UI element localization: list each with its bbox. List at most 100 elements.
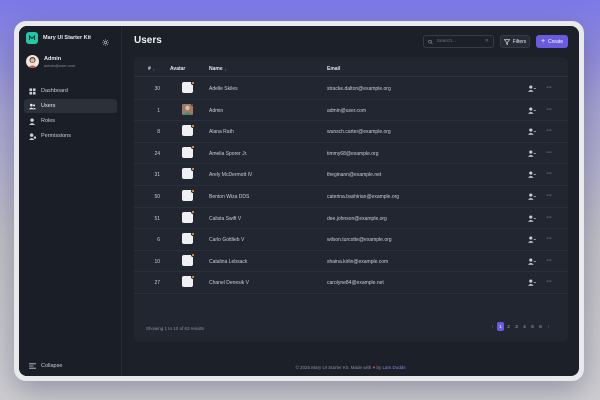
- user-email-cell: carolyne84@example.net: [327, 280, 384, 287]
- user-email-cell: timmy68@example.org: [327, 150, 379, 157]
- status-dot: [190, 231, 195, 236]
- sidebar-item-label: Roles: [41, 118, 56, 124]
- more-options-icon[interactable]: ···: [546, 127, 552, 134]
- user-name-cell: Catalina Lebsack: [209, 258, 248, 265]
- search-box[interactable]: ✕: [423, 35, 494, 48]
- permissions-icon: [29, 132, 36, 140]
- status-dot: [190, 188, 195, 193]
- table-header: # ↕ Avatar Name ↕ Email: [134, 61, 568, 77]
- main-content: Users ✕ Filters + Create # ↕: [122, 26, 579, 376]
- table-row[interactable]: 6 Carlo Gottlieb V wilson.turcotte@example…: [134, 229, 568, 251]
- table-row[interactable]: 10 Catalina Lebsack shaina.kirlin@example.…: [134, 251, 568, 273]
- table-row[interactable]: 31 Arely McDermott IV theginann@example.ne…: [134, 164, 568, 186]
- footer: © 2025 Mary UI Starter Kit. Made with ♥ …: [122, 365, 579, 370]
- sort-icon: ↕: [152, 66, 155, 72]
- sidebar: Mary UI Starter Kit Admin admin@user.com…: [19, 26, 122, 376]
- user-id: 10: [154, 258, 160, 265]
- user-name-cell: Admin: [209, 107, 224, 114]
- user-id: 1: [157, 107, 160, 114]
- page-button[interactable]: 1: [497, 322, 504, 331]
- more-options-icon[interactable]: ···: [546, 257, 552, 264]
- sun-icon[interactable]: [102, 39, 109, 46]
- status-dot: [190, 166, 195, 171]
- author-link[interactable]: Lars Dodds: [383, 365, 406, 370]
- avatar: [182, 274, 195, 288]
- sidebar-item-dashboard[interactable]: Dashboard: [24, 84, 117, 98]
- more-options-icon[interactable]: ···: [546, 106, 552, 113]
- user-email-cell: shaina.kirlin@example.com: [327, 258, 389, 265]
- page-button[interactable]: 5: [529, 322, 536, 331]
- next-page-button[interactable]: ›: [545, 322, 552, 331]
- collapse-button[interactable]: Collapse: [29, 363, 62, 369]
- user-name-cell: Carlo Gottlieb V: [209, 237, 245, 244]
- user-action-icon[interactable]: [528, 279, 536, 287]
- user-action-icon[interactable]: [528, 236, 536, 243]
- user-email-cell: dee.johnson@example.org: [327, 215, 387, 222]
- user-name-cell: Amelia Sporer Jr.: [209, 150, 248, 157]
- dashboard-icon: [29, 87, 36, 95]
- user-name-cell: Alana Rath: [209, 129, 234, 136]
- user-id: 51: [154, 215, 160, 222]
- sidebar-item-permissions[interactable]: Permissions: [24, 129, 117, 143]
- device-frame: Mary UI Starter Kit Admin admin@user.com…: [14, 21, 584, 381]
- user-email-cell: admin@user.com: [327, 107, 366, 114]
- user-action-icon[interactable]: [528, 193, 536, 200]
- table-row[interactable]: 27 Chanel Denesik V carolyne84@example.net…: [134, 272, 568, 294]
- page-title: Users: [134, 35, 162, 46]
- page-button[interactable]: 3: [513, 322, 520, 331]
- footer-by: by: [376, 365, 382, 370]
- sidebar-nav: Dashboard Users Roles Permissions: [24, 84, 117, 144]
- user-action-icon[interactable]: [528, 171, 536, 179]
- filters-button[interactable]: Filters: [500, 35, 530, 48]
- user-action-icon[interactable]: [528, 107, 536, 114]
- status-dot: [190, 274, 195, 279]
- prev-page-button[interactable]: ‹: [489, 322, 496, 331]
- table-row[interactable]: 50 Benton Wiza DDS caterina.bashirian@exam…: [134, 186, 568, 208]
- user-name-cell: Calista Swift V: [209, 215, 242, 222]
- user-action-icon[interactable]: [528, 150, 536, 157]
- sidebar-item-roles[interactable]: Roles: [24, 114, 117, 128]
- column-header-id[interactable]: # ↕: [148, 66, 155, 72]
- user-action-icon[interactable]: [528, 85, 536, 92]
- user-profile[interactable]: Admin admin@user.com: [26, 55, 75, 68]
- table-row[interactable]: 30 Adelle Skiles stracke.dalton@example.or…: [134, 78, 568, 100]
- status-dot: [190, 80, 195, 85]
- sidebar-item-label: Dashboard: [41, 88, 68, 94]
- more-options-icon[interactable]: ···: [546, 84, 552, 91]
- status-dot: [190, 145, 195, 150]
- avatar: [182, 188, 195, 201]
- table-row[interactable]: 1 Admin admin@user.com ···: [134, 100, 568, 122]
- sidebar-item-users[interactable]: Users: [24, 99, 117, 113]
- more-options-icon[interactable]: ···: [546, 192, 552, 199]
- more-options-icon[interactable]: ···: [546, 278, 552, 285]
- search-input[interactable]: [436, 39, 481, 44]
- sort-icon: ↕: [224, 66, 227, 72]
- more-options-icon[interactable]: ···: [546, 149, 552, 156]
- user-action-icon[interactable]: [528, 258, 536, 265]
- table-row[interactable]: 24 Amelia Sporer Jr. timmy68@example.org ··…: [134, 143, 568, 165]
- brand[interactable]: Mary UI Starter Kit: [26, 32, 91, 44]
- page-button[interactable]: 6: [537, 322, 544, 331]
- user-action-icon[interactable]: [528, 128, 536, 135]
- more-options-icon[interactable]: ···: [546, 214, 552, 221]
- page-button[interactable]: 4: [521, 322, 528, 331]
- filter-icon: [503, 38, 510, 45]
- more-options-icon[interactable]: ···: [546, 235, 552, 242]
- brand-logo-icon: [26, 32, 38, 44]
- column-header-avatar: Avatar: [170, 66, 186, 72]
- filters-label: Filters: [512, 38, 527, 45]
- more-options-icon[interactable]: ···: [546, 170, 552, 177]
- avatar: [182, 80, 195, 93]
- user-id: 6: [157, 237, 160, 244]
- page-button[interactable]: 2: [505, 322, 512, 331]
- clear-icon[interactable]: ✕: [485, 39, 489, 44]
- collapse-icon: [29, 363, 36, 369]
- table-row[interactable]: 8 Alana Rath wunsch.carter@example.org ···: [134, 121, 568, 143]
- column-header-name[interactable]: Name ↕: [209, 66, 227, 72]
- footer-text: © 2025 Mary UI Starter Kit. Made with: [295, 365, 372, 370]
- user-action-icon[interactable]: [528, 215, 536, 222]
- sidebar-item-label: Permissions: [41, 133, 71, 139]
- table-row[interactable]: 51 Calista Swift V dee.johnson@example.org…: [134, 208, 568, 230]
- users-icon: [29, 103, 36, 110]
- create-button[interactable]: + Create: [536, 35, 568, 48]
